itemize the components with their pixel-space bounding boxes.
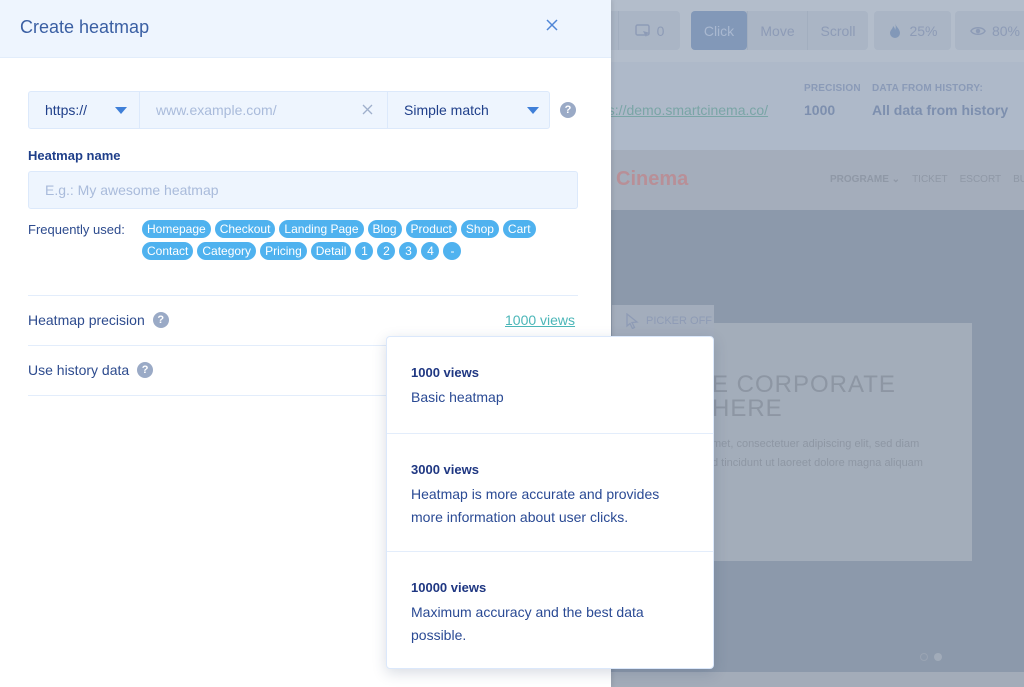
- precision-option-10000[interactable]: 10000 views Maximum accuracy and the bes…: [387, 551, 713, 668]
- tab-click-label: Click: [703, 22, 735, 39]
- mode-tabs: Click Move Scroll: [691, 11, 868, 50]
- precision-select-link[interactable]: 1000 views: [505, 312, 575, 328]
- close-icon: [546, 18, 558, 36]
- screenshot-icon: [634, 23, 651, 39]
- precision-help-icon[interactable]: ?: [152, 312, 169, 328]
- tag-1[interactable]: 1: [355, 242, 374, 260]
- screenshot-count-value: 0: [656, 22, 665, 39]
- clear-icon[interactable]: [362, 102, 373, 118]
- history-help-icon[interactable]: ?: [137, 362, 154, 378]
- history-info-value: All data from history: [872, 102, 1009, 118]
- heatmap-name-field[interactable]: [28, 171, 578, 209]
- toolbar-screenshot-count[interactable]: 0: [618, 11, 680, 50]
- tag-cart[interactable]: Cart: [502, 220, 536, 238]
- panel-header: Create heatmap: [0, 0, 611, 58]
- option-title: 10000 views: [411, 580, 487, 595]
- cursor-icon: [624, 313, 640, 329]
- opacity-button[interactable]: 80%: [955, 11, 1024, 50]
- tag-4[interactable]: 4: [421, 242, 440, 260]
- site-nav: PROGRAME ⌄ TICKET ESCORT BUY F: [830, 174, 1024, 185]
- site-nav-item: TICKET: [912, 174, 948, 185]
- history-info-label: DATA FROM HISTORY:: [872, 83, 983, 94]
- tag-detail[interactable]: Detail: [310, 242, 352, 260]
- chevron-down-icon: [527, 106, 539, 114]
- tag-landing-page[interactable]: Landing Page: [279, 220, 364, 238]
- url-field[interactable]: [140, 91, 388, 129]
- tag-blog[interactable]: Blog: [367, 220, 402, 238]
- precision-option-3000[interactable]: 3000 views Heatmap is more accurate and …: [387, 433, 713, 551]
- tag-shop[interactable]: Shop: [460, 220, 499, 238]
- close-button[interactable]: [542, 17, 562, 37]
- chevron-down-icon: [115, 106, 127, 114]
- hero-title: E CORPORATE HERE: [712, 371, 896, 422]
- precision-dropdown: 1000 views Basic heatmap 3000 views Heat…: [386, 336, 714, 669]
- site-nav-item: BUY F: [1013, 174, 1024, 185]
- option-description: Heatmap is more accurate and provides mo…: [411, 486, 660, 525]
- precision-info: PRECISION 1000: [804, 83, 861, 118]
- tab-scroll-label: Scroll: [820, 22, 856, 39]
- history-row: Use history data ?: [28, 362, 154, 378]
- option-title: 1000 views: [411, 365, 479, 380]
- frequently-used-tags: Homepage Checkout Landing Page Blog Prod…: [142, 220, 562, 260]
- tag-pricing[interactable]: Pricing: [260, 242, 307, 260]
- carousel-dot-active[interactable]: [934, 653, 942, 661]
- opacity-control[interactable]: 80%: [955, 11, 1024, 50]
- precision-label: Heatmap precision: [28, 312, 145, 328]
- opacity-value: 80%: [991, 22, 1021, 39]
- option-title: 3000 views: [411, 462, 479, 477]
- tab-move[interactable]: Move: [747, 11, 807, 50]
- frequently-used-label: Frequently used:: [28, 222, 125, 237]
- precision-option-1000[interactable]: 1000 views Basic heatmap: [387, 337, 713, 433]
- history-label: Use history data: [28, 362, 130, 378]
- heatmap-name-label: Heatmap name: [28, 148, 121, 163]
- tag-checkout[interactable]: Checkout: [214, 220, 276, 238]
- precision-info-value: 1000: [804, 102, 836, 118]
- protocol-value: https://: [45, 102, 88, 118]
- url-help-icon[interactable]: ?: [560, 102, 576, 118]
- tag-3[interactable]: 3: [399, 242, 418, 260]
- heatmap-name-input[interactable]: [45, 172, 561, 208]
- divider: [28, 295, 578, 296]
- flame-icon: [887, 22, 903, 39]
- picker-label: PICKER OFF: [646, 315, 713, 327]
- carousel-dot[interactable]: [920, 653, 928, 661]
- tab-click[interactable]: Click: [691, 11, 747, 50]
- tab-scroll[interactable]: Scroll: [807, 11, 868, 50]
- picker-toggle[interactable]: PICKER OFF: [612, 305, 714, 337]
- protocol-select[interactable]: https://: [28, 91, 140, 129]
- site-nav-item: ESCORT: [959, 174, 1002, 185]
- precision-info-label: PRECISION: [804, 83, 861, 94]
- intensity-button[interactable]: 25%: [874, 11, 951, 50]
- page-url-link[interactable]: ps://demo.smartcinema.co/: [600, 102, 768, 118]
- tag-category[interactable]: Category: [197, 242, 257, 260]
- history-info: DATA FROM HISTORY: All data from history: [872, 83, 1008, 118]
- option-description: Maximum accuracy and the best data possi…: [411, 604, 644, 643]
- match-type-select[interactable]: Simple match: [388, 91, 550, 129]
- panel-title: Create heatmap: [20, 17, 150, 37]
- site-nav-item: PROGRAME ⌄: [830, 174, 901, 185]
- tab-move-label: Move: [760, 22, 795, 39]
- tag-2[interactable]: 2: [377, 242, 396, 260]
- tag-product[interactable]: Product: [405, 220, 457, 238]
- intensity-value: 25%: [909, 22, 938, 39]
- url-row: https:// Simple match ?: [28, 91, 576, 129]
- intensity-control[interactable]: 25%: [874, 11, 951, 50]
- precision-row: Heatmap precision ?: [28, 312, 169, 328]
- site-logo: Cinema: [616, 168, 689, 190]
- eye-icon: [970, 23, 986, 39]
- hero-text: met, consectetuer adipiscing elit, sed d…: [712, 438, 923, 469]
- url-input[interactable]: [156, 102, 346, 118]
- option-description: Basic heatmap: [411, 389, 504, 405]
- tag-homepage[interactable]: Homepage: [142, 220, 211, 238]
- carousel-dots: [920, 653, 942, 661]
- tag-dash[interactable]: -: [443, 242, 462, 260]
- match-type-value: Simple match: [404, 102, 489, 118]
- tag-contact[interactable]: Contact: [142, 242, 194, 260]
